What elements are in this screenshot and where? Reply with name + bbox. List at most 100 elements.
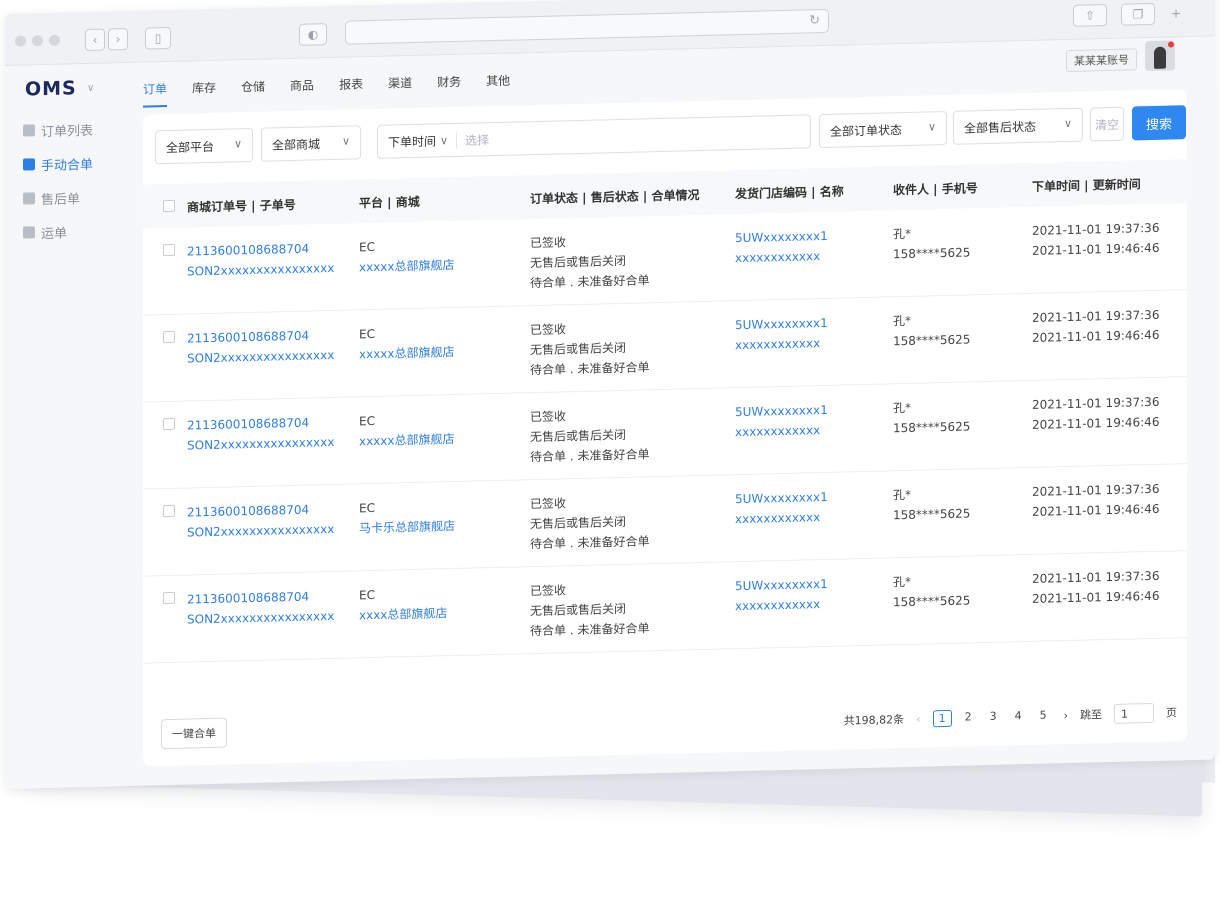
nav-item-2[interactable]: 仓储 — [241, 78, 265, 102]
table-cell: 已签收 无售后或售后关闭 待合单 . 未准备好合单 — [530, 230, 649, 293]
chevron-left-icon[interactable]: ‹ — [916, 712, 920, 725]
main-nav: 订单 库存 仓储 商品 报表 渠道 财务 其他 — [143, 71, 535, 104]
store-name[interactable]: xxxxxxxxxxxx — [735, 507, 828, 529]
header-recipient: 收件人 | 手机号 — [893, 181, 978, 198]
table-cell: EC xxxxx总部旗舰店 — [359, 409, 455, 451]
table-cell: 5UWxxxxxxxx1 xxxxxxxxxxxx — [735, 313, 828, 355]
avatar[interactable] — [1145, 40, 1175, 72]
mall-name[interactable]: xxxxx总部旗舰店 — [359, 429, 455, 451]
account-badge[interactable]: 某某某账号 — [1066, 48, 1137, 73]
browser-window: ‹ › ▯ ◐ ↻ ⇧ ❐ + OMS ∨ 订单 库存 仓储 商品 报表 渠道 财务 其他 某… — [5, 0, 1215, 790]
table-cell: 2021-11-01 19:37:36 2021-11-01 19:46:46 — [1032, 479, 1159, 522]
mall-select[interactable]: 全部商城 ∨ — [261, 125, 361, 162]
store-code[interactable]: 5UWxxxxxxxx1 — [735, 313, 828, 335]
row-checkbox[interactable] — [163, 417, 175, 431]
nav-item-3[interactable]: 商品 — [290, 76, 314, 100]
mall-name[interactable]: 马卡乐总部旗舰店 — [359, 516, 455, 538]
minimize-dot[interactable] — [32, 35, 43, 47]
table-cell: 2021-11-01 19:37:36 2021-11-01 19:46:46 — [1032, 566, 1159, 609]
store-code[interactable]: 5UWxxxxxxxx1 — [735, 226, 828, 248]
chevron-right-icon[interactable]: › — [108, 27, 128, 51]
reload-icon[interactable]: ↻ — [809, 13, 820, 28]
sidebar-item-1[interactable]: 手动合单 — [5, 145, 143, 182]
row-checkbox[interactable] — [163, 330, 175, 344]
row-checkbox[interactable] — [163, 504, 175, 518]
page-unit: 页 — [1166, 706, 1177, 720]
nav-item-5[interactable]: 渠道 — [388, 74, 412, 98]
page-number[interactable]: 4 — [1010, 708, 1027, 725]
select-all-checkbox[interactable] — [163, 199, 175, 213]
plus-icon[interactable]: + — [1163, 2, 1189, 25]
jump-label: 跳至 — [1080, 708, 1102, 722]
platform-name: EC — [359, 500, 375, 516]
sub-order-number[interactable]: SON2xxxxxxxxxxxxxxxx — [187, 519, 334, 543]
sidebar-item-3[interactable]: 运单 — [5, 213, 143, 250]
recipient-name: 孔* — [893, 400, 912, 416]
page-number[interactable]: 5 — [1035, 707, 1052, 724]
table-cell: 已签收 无售后或售后关闭 待合单 . 未准备好合单 — [530, 317, 649, 380]
sidebar-item-0[interactable]: 订单列表 — [5, 111, 143, 148]
clear-button[interactable]: 清空 — [1090, 106, 1124, 142]
page-number[interactable]: 1 — [932, 709, 952, 727]
platform-name: EC — [359, 326, 375, 342]
store-code[interactable]: 5UWxxxxxxxx1 — [735, 400, 828, 422]
search-button[interactable]: 搜索 — [1132, 105, 1186, 141]
store-code[interactable]: 5UWxxxxxxxx1 — [735, 574, 828, 596]
store-code[interactable]: 5UWxxxxxxxx1 — [735, 487, 828, 509]
row-checkbox[interactable] — [163, 243, 175, 257]
address-bar[interactable]: ↻ — [345, 8, 829, 45]
store-name[interactable]: xxxxxxxxxxxx — [735, 333, 828, 355]
sub-order-number[interactable]: SON2xxxxxxxxxxxxxxxx — [187, 258, 334, 282]
page-number[interactable]: 2 — [960, 709, 977, 726]
recipient-name: 孔* — [893, 574, 912, 590]
update-time: 2021-11-01 19:46:46 — [1032, 501, 1160, 519]
nav-item-1[interactable]: 库存 — [192, 79, 216, 103]
share-icon[interactable]: ⇧ — [1073, 4, 1107, 27]
app-body: OMS ∨ 订单 库存 仓储 商品 报表 渠道 财务 其他 某某某账号 订单列表 手动合单 售后单… — [5, 36, 1215, 790]
chevron-right-icon[interactable]: › — [1064, 709, 1068, 722]
page-number[interactable]: 3 — [985, 708, 1002, 725]
sub-order-number[interactable]: SON2xxxxxxxxxxxxxxxx — [187, 606, 334, 630]
tabs-icon[interactable]: ❐ — [1121, 2, 1155, 26]
jump-page-input[interactable]: 1 — [1114, 702, 1154, 724]
sub-order-number[interactable]: SON2xxxxxxxxxxxxxxxx — [187, 345, 334, 369]
merge-status: 待合单 . 未准备好合单 — [530, 360, 650, 378]
recipient-phone: 158****5625 — [893, 332, 971, 349]
update-time: 2021-11-01 19:46:46 — [1032, 240, 1160, 258]
table-cell: EC xxxxx总部旗舰店 — [359, 235, 455, 277]
chevron-down-icon[interactable]: ∨ — [87, 83, 94, 94]
sidebar-item-label: 运单 — [41, 225, 68, 242]
nav-item-0[interactable]: 订单 — [143, 80, 167, 104]
recipient-name: 孔* — [893, 487, 912, 503]
merge-status: 待合单 . 未准备好合单 — [530, 534, 650, 552]
nav-item-6[interactable]: 财务 — [437, 73, 461, 97]
time-type-select[interactable]: 下单时间 — [378, 132, 436, 150]
mall-name[interactable]: xxxxx总部旗舰店 — [359, 255, 455, 277]
row-checkbox[interactable] — [163, 591, 175, 605]
order-status-select[interactable]: 全部订单状态 ∨ — [819, 110, 947, 149]
merge-all-button[interactable]: 一键合单 — [161, 717, 227, 750]
close-dot[interactable] — [15, 35, 26, 47]
time-range-picker[interactable]: 下单时间 ∨ 选择 — [377, 114, 811, 159]
sub-order-number[interactable]: SON2xxxxxxxxxxxxxxxx — [187, 432, 334, 456]
sidebar-icon[interactable]: ▯ — [145, 26, 171, 50]
nav-item-7[interactable]: 其他 — [486, 72, 510, 96]
store-name[interactable]: xxxxxxxxxxxx — [735, 246, 828, 268]
mall-name[interactable]: xxxx总部旗舰店 — [359, 603, 447, 625]
merge-status: 待合单 . 未准备好合单 — [530, 447, 650, 465]
store-name[interactable]: xxxxxxxxxxxx — [735, 594, 828, 616]
update-time: 2021-11-01 19:46:46 — [1032, 588, 1160, 606]
aftersale-status-select[interactable]: 全部售后状态 ∨ — [953, 107, 1083, 145]
nav-item-4[interactable]: 报表 — [339, 75, 363, 99]
chevron-left-icon[interactable]: ‹ — [85, 28, 105, 52]
time-placeholder[interactable]: 选择 — [456, 130, 490, 149]
shield-icon[interactable]: ◐ — [299, 23, 327, 46]
merge-icon — [23, 158, 35, 171]
mall-name[interactable]: xxxxx总部旗舰店 — [359, 342, 455, 364]
store-name[interactable]: xxxxxxxxxxxx — [735, 420, 828, 442]
platform-select[interactable]: 全部平台 ∨ — [155, 127, 253, 165]
zoom-dot[interactable] — [49, 34, 60, 46]
sidebar-item-2[interactable]: 售后单 — [5, 179, 143, 216]
logo[interactable]: OMS — [25, 77, 77, 100]
platform-select-value: 全部平台 — [166, 139, 215, 155]
